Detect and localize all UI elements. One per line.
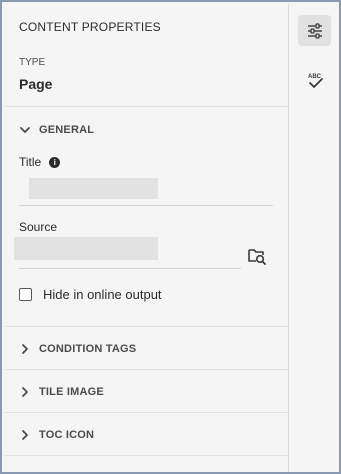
condition-tags-section-toggle[interactable]: CONDITION TAGS — [19, 343, 136, 355]
divider — [4, 326, 288, 327]
divider — [4, 412, 288, 413]
divider — [4, 369, 288, 370]
tile-image-label: TILE IMAGE — [39, 386, 104, 398]
hide-online-output-checkbox-row[interactable]: Hide in online output — [19, 287, 162, 302]
general-section-label: GENERAL — [39, 124, 95, 136]
toc-icon-label: TOC ICON — [39, 429, 95, 441]
tile-image-section-toggle[interactable]: TILE IMAGE — [19, 386, 104, 398]
toc-icon-section-toggle[interactable]: TOC ICON — [19, 429, 94, 441]
browse-source-button[interactable] — [247, 246, 267, 266]
folder-search-icon — [248, 249, 266, 265]
title-field-label: Title i — [19, 155, 61, 169]
condition-tags-label: CONDITION TAGS — [39, 343, 137, 355]
source-field-label: Source — [19, 220, 57, 234]
divider — [4, 455, 288, 456]
redacted-source-value — [14, 237, 158, 260]
source-label-text: Source — [19, 220, 58, 234]
hide-online-output-label: Hide in online output — [43, 287, 162, 302]
svg-text:ABC: ABC — [308, 74, 322, 80]
properties-window: CONTENT PROPERTIES TYPE Page GENERAL Tit… — [0, 0, 341, 474]
content-properties-panel: CONTENT PROPERTIES TYPE Page GENERAL Tit… — [4, 4, 288, 472]
redacted-title-value — [29, 178, 158, 199]
divider — [4, 106, 288, 107]
properties-button[interactable] — [298, 15, 331, 46]
spellcheck-button[interactable]: ABC — [298, 64, 331, 95]
info-icon[interactable]: i — [49, 156, 61, 168]
spellcheck-icon: ABC — [308, 74, 323, 88]
general-section-toggle[interactable]: GENERAL — [19, 124, 94, 136]
chevron-down-icon — [20, 127, 30, 133]
side-toolbar: ABC — [288, 4, 339, 472]
chevron-right-icon — [22, 387, 28, 397]
type-label: TYPE — [19, 57, 46, 68]
hide-online-output-checkbox[interactable] — [19, 288, 32, 301]
panel-title: CONTENT PROPERTIES — [19, 20, 161, 34]
title-label-text: Title — [19, 155, 42, 169]
type-value: Page — [19, 76, 53, 92]
sliders-icon — [307, 22, 322, 39]
chevron-right-icon — [22, 430, 28, 440]
chevron-right-icon — [22, 344, 28, 354]
